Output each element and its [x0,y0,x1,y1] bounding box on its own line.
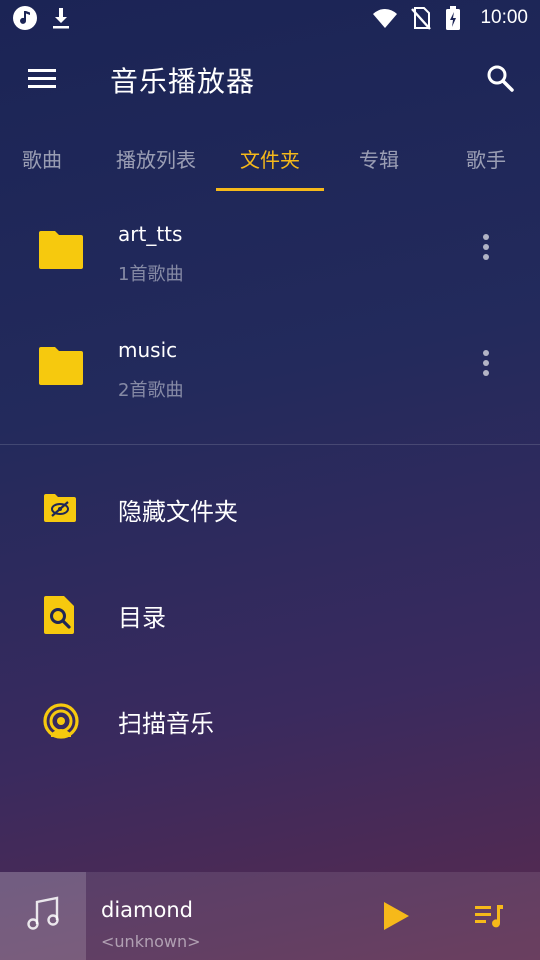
no-sim-icon [408,5,434,31]
folder-song-count: 1首歌曲 [118,264,184,285]
folder-item[interactable]: music 2首歌曲 [0,310,540,426]
folder-icon [38,346,84,386]
menu-button[interactable] [20,58,64,102]
queue-music-icon [473,901,507,935]
folder-icon [38,230,84,270]
scan-music-icon [42,698,80,742]
play-button[interactable] [374,896,418,940]
folder-name: music [118,338,178,362]
action-label: 目录 [118,604,166,632]
music-note-icon [12,5,38,31]
mini-player[interactable]: diamond <unknown> [0,872,540,960]
divider [0,444,540,445]
battery-charging-icon [444,5,470,31]
tab-songs[interactable]: 歌曲 [0,126,84,190]
tab-bar: 歌曲 播放列表 文件夹 专辑 歌手 [0,126,540,192]
search-button[interactable] [478,58,522,102]
tab-folders[interactable]: 文件夹 [216,126,324,190]
action-label: 隐藏文件夹 [118,498,238,526]
album-art[interactable] [0,872,86,960]
menu-icon [27,66,57,94]
action-label: 扫描音乐 [118,710,214,738]
hidden-folder-icon [42,486,80,530]
download-icon [48,5,74,31]
queue-button[interactable] [468,896,512,940]
track-artist: <unknown> [101,932,201,951]
track-title: diamond [101,898,193,922]
app-bar: 音乐播放器 [0,46,540,112]
app-title: 音乐播放器 [110,65,256,98]
wifi-icon [372,5,398,31]
tab-playlists[interactable]: 播放列表 [100,126,212,190]
scan-music-item[interactable]: 扫描音乐 [0,676,540,766]
play-icon [381,900,411,936]
directory-search-icon [42,592,80,636]
directory-item[interactable]: 目录 [0,570,540,660]
status-time: 10:00 [480,7,528,28]
more-options-button[interactable] [466,224,506,274]
tab-albums[interactable]: 专辑 [330,126,428,190]
tab-indicator [216,188,324,191]
search-icon [485,63,515,97]
folder-name: art_tts [118,222,183,246]
hidden-folders-item[interactable]: 隐藏文件夹 [0,464,540,554]
folder-song-count: 2首歌曲 [118,380,184,401]
status-bar: 10:00 [0,0,540,36]
tab-artists[interactable]: 歌手 [440,126,532,190]
folder-item[interactable]: art_tts 1首歌曲 [0,194,540,310]
music-note-icon [23,894,63,938]
more-options-button[interactable] [466,340,506,390]
more-vert-icon [482,233,490,265]
more-vert-icon [482,349,490,381]
